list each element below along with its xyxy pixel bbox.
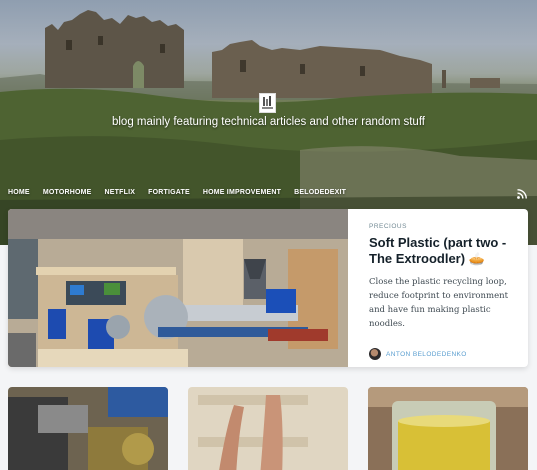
nav-item-netflix[interactable]: NETFLIX [105,189,136,196]
post-excerpt[interactable]: Close the plastic recycling loop, reduce… [369,275,516,331]
site-logo[interactable] [259,93,276,113]
post-card-image [368,387,528,470]
nav-item-fortigate[interactable]: FORTIGATE [148,189,190,196]
nav-item-home[interactable]: HOME [8,189,30,196]
post-card-1[interactable] [8,387,168,470]
post-author[interactable]: ANTON BELODEDENKO [369,348,516,360]
post-tag[interactable]: PRECIOUS [369,223,516,230]
featured-post-image[interactable] [8,209,348,367]
featured-post-body: PRECIOUS Soft Plastic (part two - The Ex… [348,209,528,367]
main-nav: HOME MOTORHOME NETFLIX FORTIGATE HOME IM… [8,189,359,196]
nav-item-belodedexit[interactable]: BELODEDEXIT [294,189,346,196]
logo-icon [262,96,273,109]
site-tagline: blog mainly featuring technical articles… [111,116,425,128]
nav-item-motorhome[interactable]: MOTORHOME [43,189,92,196]
featured-post-card[interactable]: PRECIOUS Soft Plastic (part two - The Ex… [8,209,528,367]
nav-item-home-improvement[interactable]: HOME IMPROVEMENT [203,189,281,196]
post-card-3[interactable] [368,387,528,470]
post-card-image [8,387,168,470]
extruder-photo [8,209,348,367]
post-card-image [188,387,348,470]
post-title[interactable]: Soft Plastic (part two - The Extroodler)… [369,235,516,267]
post-card-2[interactable] [188,387,348,470]
rss-icon[interactable] [517,189,527,199]
author-name[interactable]: ANTON BELODEDENKO [386,351,467,358]
avatar[interactable] [369,348,381,360]
